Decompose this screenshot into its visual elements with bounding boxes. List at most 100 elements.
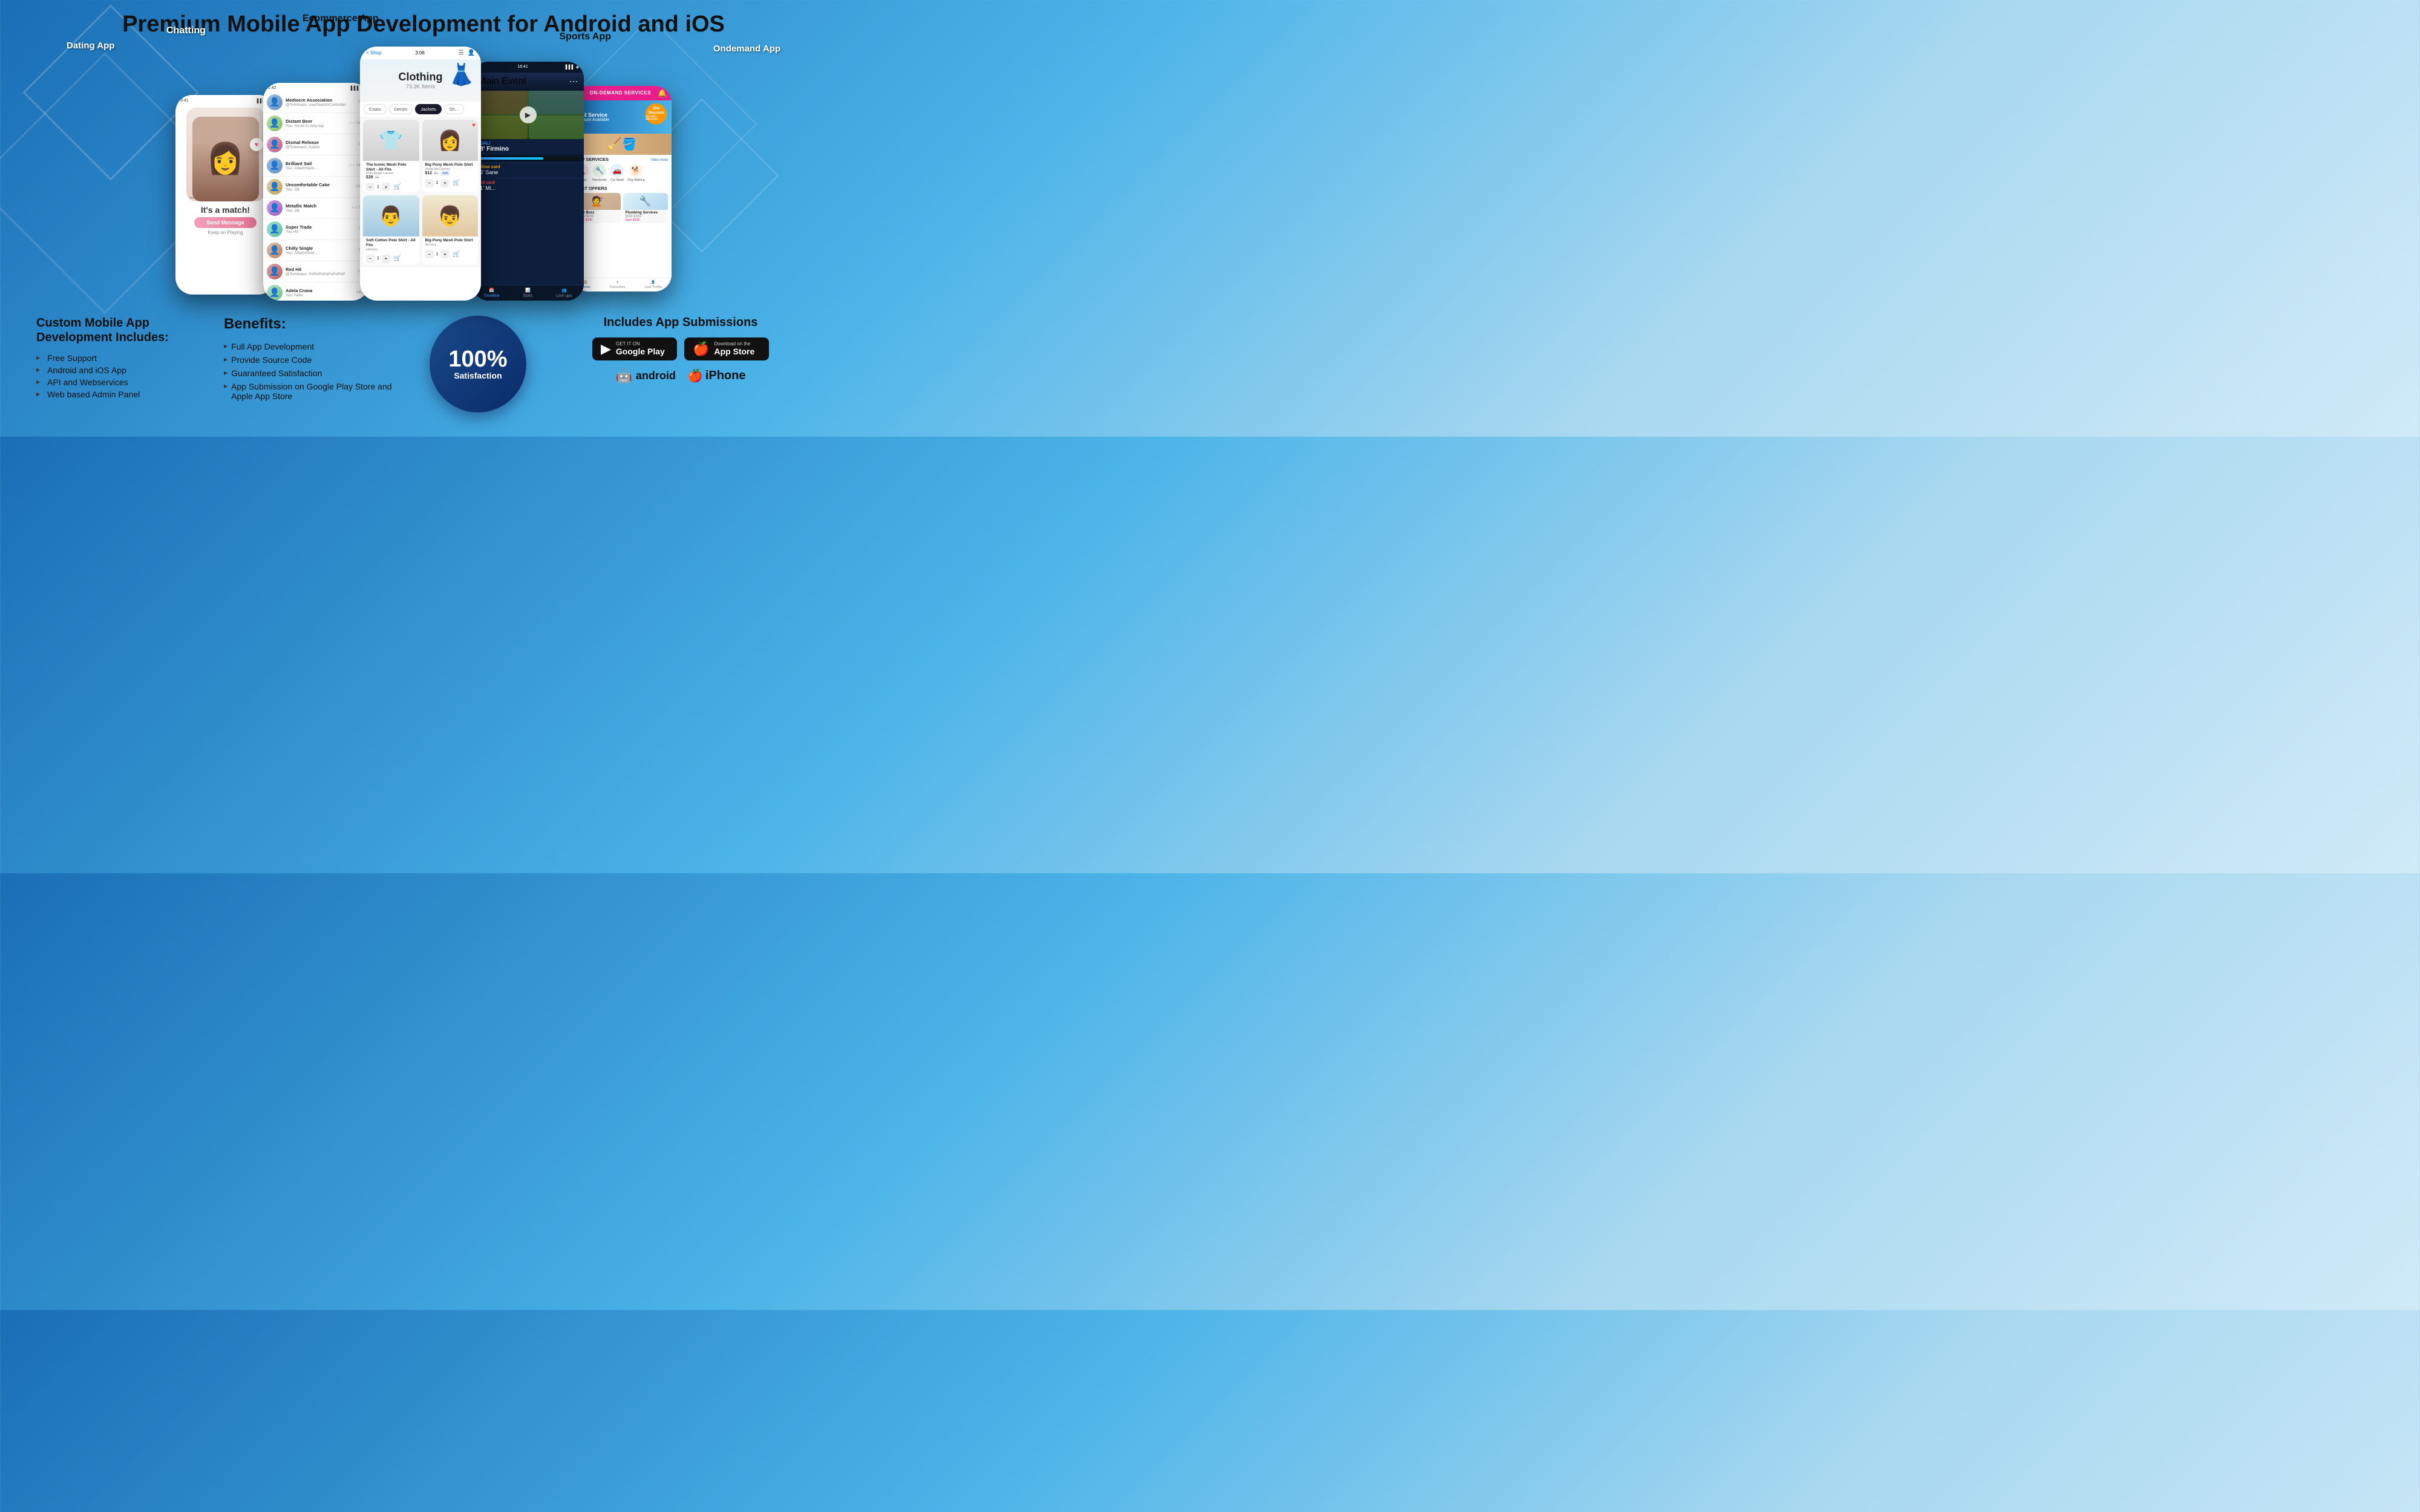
nav-profile[interactable]: 👤 User Profile	[644, 281, 662, 289]
dating-app-phone: 9:41 ▌▌▌ ◈ 👩 ♥ ♥ ♥ It's a match! Send Me…	[175, 95, 275, 295]
list-item[interactable]: 👤 Uncomfortable Cake You: Ok 04/25	[263, 177, 369, 198]
sports-title: Main Event	[478, 76, 526, 87]
sports-label: Sports App	[559, 31, 611, 42]
chatting-label: Chatting	[166, 25, 206, 36]
qty-minus[interactable]: −	[425, 179, 434, 187]
banner-image: 👗	[448, 62, 475, 87]
sports-app-phone: ◁ 16:41 ▌▌▌ ◈ Main Event ⋯	[472, 62, 584, 301]
best-offers: BEST OFFERS 💇 Hair Buzz $599 $299 Save $…	[572, 184, 672, 225]
play-button[interactable]: ▶	[520, 106, 537, 123]
qty-plus[interactable]: +	[382, 183, 390, 191]
satisfaction-label: Satisfaction	[454, 371, 502, 380]
avatar: 👤	[267, 116, 283, 131]
tab-jackets[interactable]: Jackets	[415, 104, 441, 114]
satisfaction-circle: 100% Satisfaction	[430, 316, 526, 412]
services-grid: 💄 Beauty 🔧 Handyman 🚗 Car Wash 🐕	[575, 164, 668, 182]
list-item[interactable]: 👤 Distant Beer You: Scroll to very top ✓…	[263, 113, 369, 134]
product-price: $12	[425, 171, 433, 175]
tab-more[interactable]: Sh...	[444, 104, 464, 114]
qty-minus[interactable]: −	[366, 183, 374, 191]
avatar: 👤	[267, 264, 283, 279]
offer-image: 🔧	[623, 193, 669, 210]
dating-label: Dating App	[67, 41, 114, 51]
person-icon[interactable]: 👤	[468, 50, 475, 56]
nav-favourites[interactable]: ♥ Favourites	[610, 281, 626, 289]
list-item[interactable]: 👤 Metallic Match You: Ok ✓✓ 04/0	[263, 198, 369, 219]
filter-icon[interactable]: ☰	[459, 50, 464, 56]
includes-section: Includes App Submissions ▶ GET IT ON Goo…	[551, 316, 811, 384]
product-name: Big Pony Mesh Polo Shirt	[425, 238, 476, 243]
ondemand-label: Ondemand App	[713, 44, 780, 54]
product-card[interactable]: 👕 The Iconic Mesh Polo Shirt - All Fits …	[363, 120, 419, 193]
qty-value: 1	[377, 185, 379, 189]
qty-value: 1	[436, 252, 439, 256]
qty-plus[interactable]: +	[440, 179, 449, 187]
list-item[interactable]: 👤 Mediocre Association @Tommaso: userSea…	[263, 92, 369, 113]
profile-icon: 👤	[651, 281, 655, 284]
sports-header: Main Event ⋯	[472, 73, 584, 91]
cart-icon[interactable]: 🛒	[453, 180, 460, 186]
list-item[interactable]: 👤 Red Hit @Tommaso: PoPoPoPoPoPoPoP 04/0	[263, 261, 369, 282]
tab-coats[interactable]: Coats	[364, 104, 387, 114]
product-card[interactable]: ♥ 👩 Big Pony Mesh Polo Shirt Stella McCa…	[422, 120, 479, 193]
favorite-icon[interactable]: ♥	[472, 122, 476, 129]
list-item[interactable]: 👤 Adela Crona You: hello 04/18	[263, 282, 369, 301]
list-item[interactable]: 👤 Chilly Single You: Attachment... 04/0	[263, 240, 369, 261]
product-card[interactable]: 👦 Big Pony Mesh Polo Shirt Armani − 1 + …	[422, 195, 479, 264]
list-item: Full App Development	[224, 340, 405, 353]
satisfaction-section: 100% Satisfaction	[424, 316, 532, 412]
dating-time: 9:41	[180, 99, 189, 103]
nav-stats[interactable]: 📊 Stats	[523, 288, 532, 298]
list-item[interactable]: 👤 Super Trade You Hit 04/0	[263, 219, 369, 240]
items-count: 73.3K Items	[406, 83, 435, 90]
nav-lineups[interactable]: 👥 Line ups	[556, 288, 572, 298]
service-dogwalking[interactable]: 🐕 Dog Walking	[627, 164, 644, 182]
qty-minus[interactable]: −	[425, 250, 434, 258]
nav-timeline[interactable]: 📅 Timeline	[483, 288, 499, 298]
product-image: 👦	[422, 195, 479, 236]
lineups-icon: 👥	[561, 288, 567, 293]
qty-plus[interactable]: +	[382, 255, 390, 263]
qty-value: 1	[377, 256, 379, 261]
google-play-badge[interactable]: ▶ GET IT ON Google Play	[592, 337, 677, 360]
cart-icon[interactable]: 🛒	[394, 255, 401, 262]
avatar: 👤	[267, 94, 283, 110]
benefits-section: Benefits: Full App Development Provide S…	[224, 316, 405, 403]
send-message-btn[interactable]: Send Message	[194, 217, 257, 228]
list-item: Web based Admin Panel	[36, 388, 206, 400]
android-icon: 🤖	[616, 368, 632, 384]
ondemand-topbar: ☰ ON-DEMAND SERVICES 🔔	[572, 86, 672, 100]
cart-icon[interactable]: 🛒	[394, 184, 401, 191]
red-card-event: Red card 31' Mi...	[472, 178, 584, 194]
avatar: 👤	[267, 158, 283, 174]
products-grid: 👕 The Iconic Mesh Polo Shirt - All Fits …	[360, 117, 481, 267]
goal-label: GOAL!	[477, 142, 579, 146]
list-item[interactable]: 👤 Brilliant Sail You: Attachment... ✓✓ 0…	[263, 155, 369, 177]
product-brand: Hermes	[366, 248, 416, 252]
platform-logos: 🤖 android 🍎 iPhone	[616, 368, 746, 384]
service-handyman[interactable]: 🔧 Handyman	[592, 164, 607, 182]
custom-title: Custom Mobile App Development Includes:	[36, 316, 206, 345]
avatar: 👤	[267, 285, 283, 301]
qty-minus[interactable]: −	[366, 255, 374, 263]
bottom-section: Custom Mobile App Development Includes: …	[18, 301, 829, 419]
service-carwash[interactable]: 🚗 Car Wash	[610, 164, 624, 182]
view-more-link[interactable]: View more	[651, 158, 668, 162]
bell-icon[interactable]: 🔔	[658, 89, 667, 97]
offer-plumbing[interactable]: 🔧 Plumbing Services $599 $399 Save $100	[623, 193, 669, 223]
benefits-list: Full App Development Provide Source Code…	[224, 340, 405, 403]
product-image: 👕	[363, 120, 419, 161]
ecommerce-app-phone: < Shop 3:06 ☰ 👤 👗 Clothing 73.3K Items C…	[360, 47, 481, 301]
google-play-large: Google Play	[616, 347, 665, 356]
qty-plus[interactable]: +	[440, 250, 449, 258]
product-card[interactable]: 👨 Soft Cotton Polo Shirt - All Fits Herm…	[363, 195, 419, 264]
tab-denim[interactable]: Denim	[389, 104, 413, 114]
goal-player: 38' Firmino	[477, 146, 579, 152]
cart-icon[interactable]: 🛒	[453, 251, 460, 258]
offers-grid: 💇 Hair Buzz $599 $299 Save $100 🔧 Plumbi…	[575, 193, 668, 223]
list-item[interactable]: 👤 Dismal Release @Tommaso: Asdsd 04/2	[263, 134, 369, 155]
back-button[interactable]: < Shop	[366, 50, 382, 56]
match-image: ▶	[472, 91, 584, 139]
top-services: TOP SERVICES View more 💄 Beauty 🔧 Handym…	[572, 155, 672, 184]
app-store-badge[interactable]: 🍎 Download on the App Store	[684, 337, 769, 360]
